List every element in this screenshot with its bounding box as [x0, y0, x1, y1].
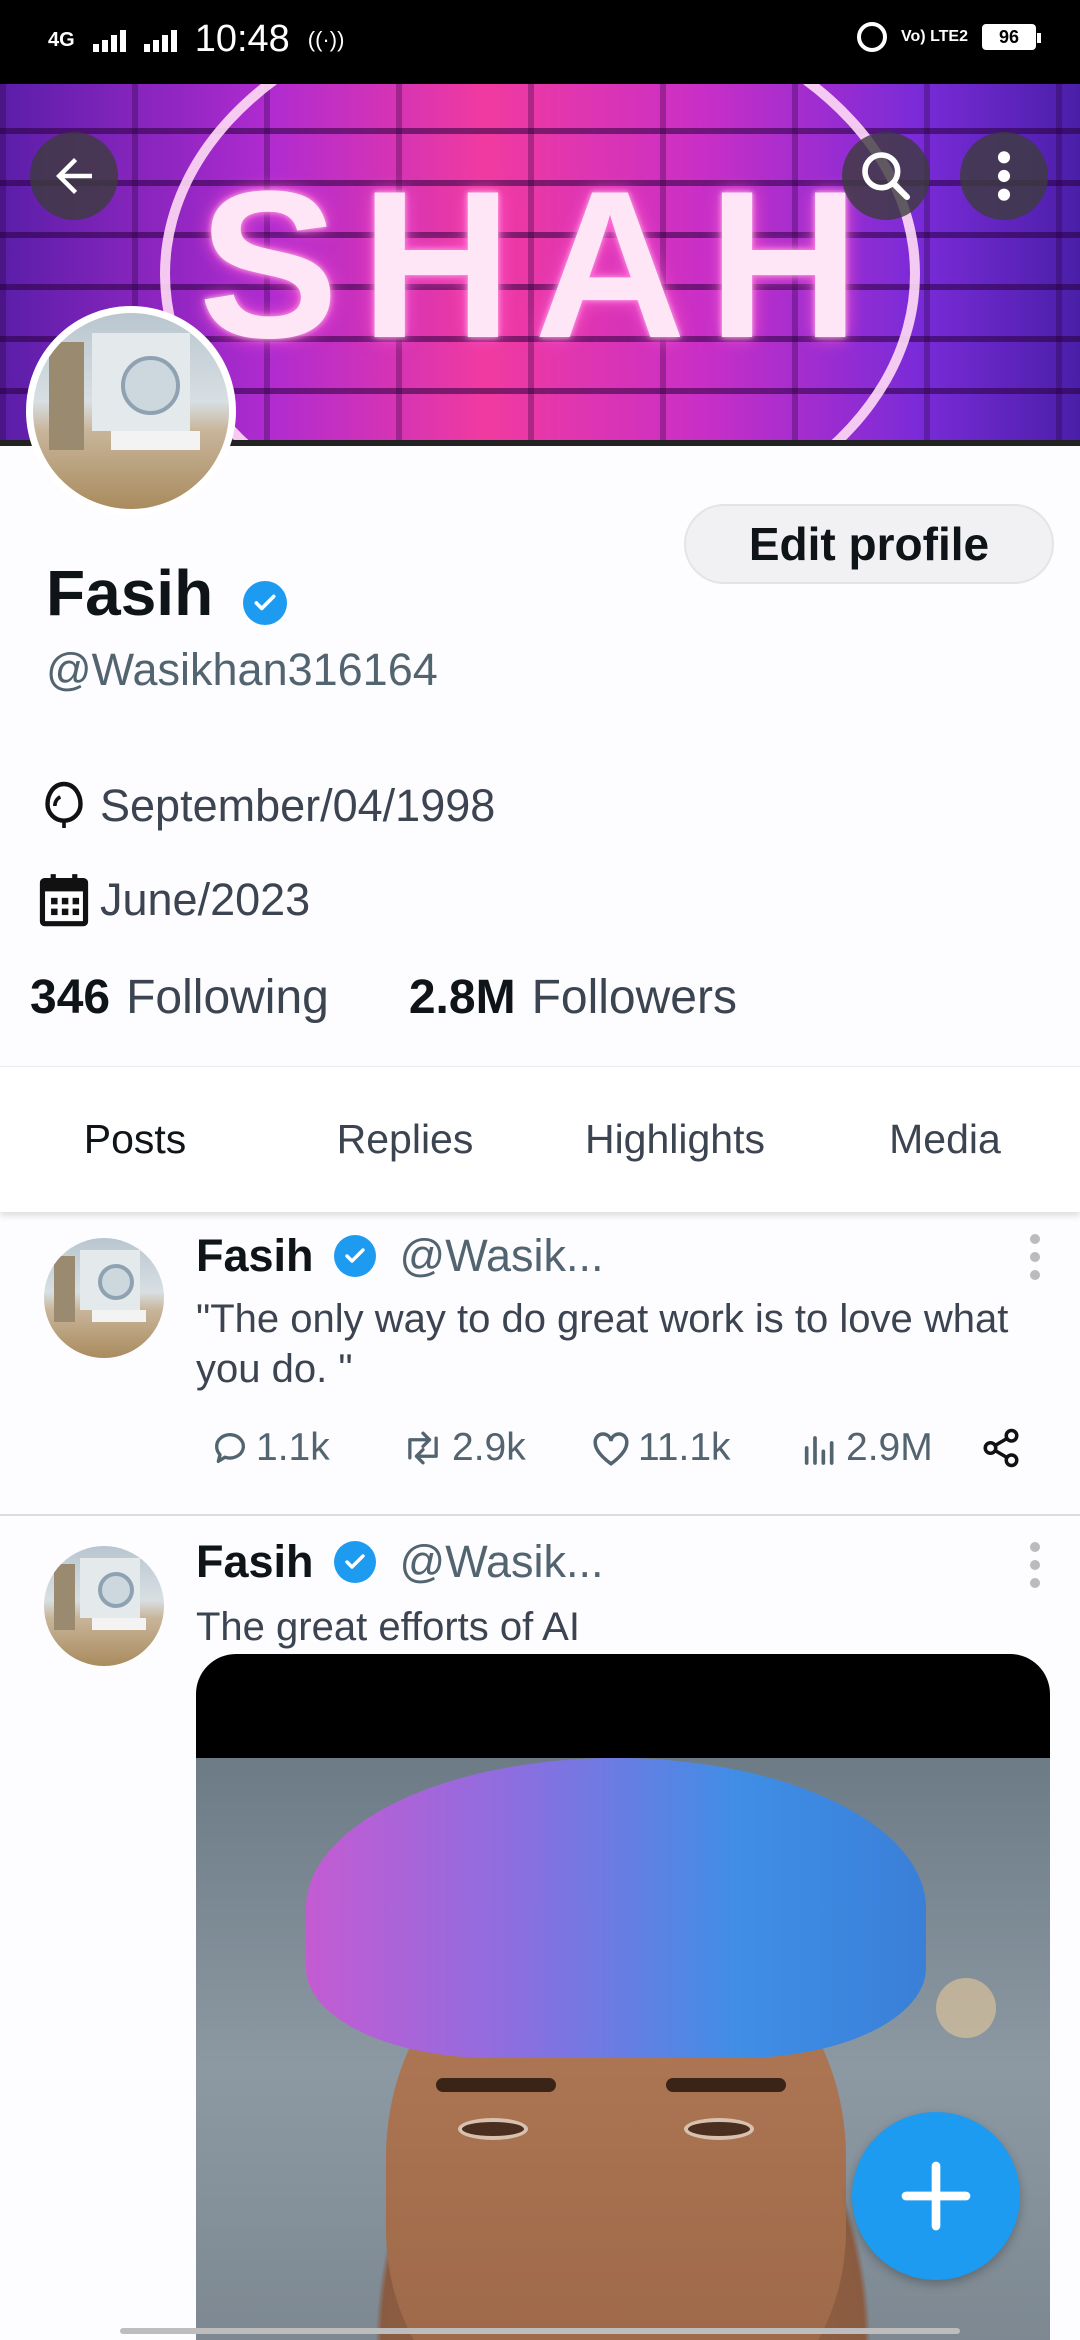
post-author-name[interactable]: Fasih	[196, 1536, 314, 1588]
post-author-handle[interactable]: @Wasik...	[400, 1536, 604, 1588]
repost-count: 2.9k	[452, 1426, 526, 1469]
share-action[interactable]	[980, 1427, 1022, 1469]
post-actions: 1.1k 2.9k 11.1k 2.9M	[210, 1426, 1040, 1470]
profile-tabs: Posts Replies Highlights Media	[0, 1066, 1080, 1212]
like-count: 11.1k	[638, 1426, 731, 1469]
like-action[interactable]: 11.1k	[590, 1426, 800, 1470]
tab-media[interactable]: Media	[810, 1067, 1080, 1212]
post-text: The great efforts of AI	[196, 1605, 580, 1649]
hotspot-icon: ((·))	[307, 26, 345, 52]
repost-action[interactable]: 2.9k	[400, 1426, 590, 1470]
birthday-text: September/04/1998	[100, 780, 496, 831]
joined-text: June/2023	[100, 874, 311, 925]
post-author-handle[interactable]: @Wasik...	[400, 1230, 604, 1282]
post-avatar[interactable]	[44, 1546, 164, 1666]
network-type: 4G	[48, 28, 75, 51]
followers-label[interactable]: Followers	[532, 970, 737, 1025]
alarm-icon	[857, 22, 888, 52]
reply-icon	[215, 1433, 245, 1463]
more-options-button[interactable]	[960, 132, 1048, 220]
post-item[interactable]: Fasih @Wasik... "The only way to do grea…	[0, 1212, 1080, 1512]
back-arrow-icon	[56, 158, 92, 194]
clock: 10:48	[194, 18, 290, 60]
profile-name-row: Fasih	[46, 556, 288, 630]
verified-badge-icon[interactable]	[243, 581, 288, 625]
more-vert-icon	[997, 151, 1011, 201]
post-header: Fasih @Wasik...	[196, 1230, 604, 1282]
post-author-name[interactable]: Fasih	[196, 1230, 314, 1282]
repost-icon	[408, 1431, 438, 1465]
views-icon	[804, 1436, 834, 1465]
profile-name: Fasih	[46, 557, 214, 629]
share-icon	[983, 1428, 1019, 1468]
volte-indicator: Vo) LTE2	[901, 28, 968, 45]
tab-replies[interactable]: Replies	[270, 1067, 540, 1212]
follow-stats: 346 Following 2.8M Followers	[30, 970, 817, 1025]
views-count: 2.9M	[846, 1426, 933, 1469]
post-text: "The only way to do great work is to lov…	[196, 1297, 1009, 1391]
compose-post-button[interactable]	[852, 2112, 1020, 2280]
search-icon	[862, 152, 911, 201]
home-indicator[interactable]	[120, 2328, 960, 2334]
verified-badge-icon	[333, 1235, 376, 1277]
tab-posts[interactable]: Posts	[0, 1067, 270, 1212]
plus-icon	[901, 2161, 971, 2231]
reply-count: 1.1k	[256, 1426, 330, 1469]
reply-action[interactable]: 1.1k	[210, 1426, 400, 1470]
like-icon	[593, 1432, 629, 1466]
signal-icon	[92, 28, 126, 52]
battery-icon: 96	[982, 24, 1041, 50]
following-count[interactable]: 346	[30, 970, 110, 1025]
post-avatar[interactable]	[44, 1238, 164, 1358]
post-header: Fasih @Wasik...	[196, 1536, 604, 1588]
tab-highlights[interactable]: Highlights	[540, 1067, 810, 1212]
back-button[interactable]	[30, 132, 118, 220]
edit-profile-button[interactable]: Edit profile	[684, 504, 1054, 584]
views-action[interactable]: 2.9M	[800, 1426, 980, 1470]
profile-avatar[interactable]	[26, 306, 236, 516]
post-more-icon[interactable]	[1028, 1542, 1042, 1588]
signal-icon-2	[143, 28, 177, 52]
joined-row: June/2023	[38, 872, 310, 928]
followers-count[interactable]: 2.8M	[409, 970, 516, 1025]
profile-handle: @Wasikhan316164	[46, 644, 438, 695]
following-label[interactable]: Following	[126, 970, 329, 1025]
battery-level: 96	[998, 27, 1020, 47]
balloon-icon	[38, 778, 90, 834]
search-button[interactable]	[842, 132, 930, 220]
verified-badge-icon	[333, 1541, 376, 1583]
status-bar: 4G 10:48 ((·)) Vo) LTE2 96	[0, 0, 1080, 84]
post-more-icon[interactable]	[1028, 1234, 1042, 1280]
calendar-icon	[38, 872, 90, 928]
birthday-row: September/04/1998	[38, 778, 495, 834]
